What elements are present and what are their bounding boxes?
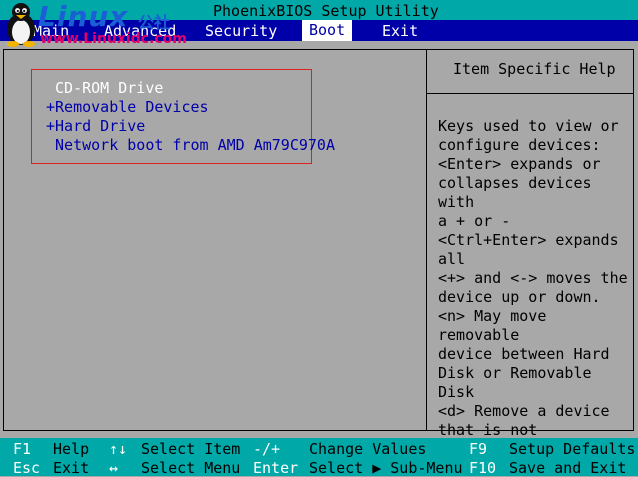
key-updown-desc: Select Item [141,440,241,458]
app-title: PhoenixBIOS Setup Utility [213,2,439,20]
key-leftright-desc: Select Menu [141,459,241,477]
key-minus-plus-desc: Change Values [309,440,427,458]
key-f10-desc: Save and Exit [509,459,627,477]
boot-item-network[interactable]: Network boot from AMD Am79C970A [46,136,335,154]
watermark-brand: Linux [38,0,129,33]
menu-security[interactable]: Security [205,22,277,40]
key-f1: F1 [13,440,32,458]
key-legend: F1 Help ↑↓ Select Item -/+ Change Values… [0,438,638,477]
key-updown: ↑↓ [109,440,128,458]
panel-divider [426,49,427,431]
boot-item-cdrom[interactable]: CD-ROM Drive [46,79,163,97]
help-divider [426,93,634,94]
boot-item-removable[interactable]: +Removable Devices [46,98,209,116]
key-f1-desc: Help [53,440,90,458]
key-minus-plus: -/+ [253,440,281,458]
key-enter: Enter [253,459,299,477]
key-enter-desc: Select ▶ Sub-Menu [309,459,463,477]
key-esc: Esc [13,459,41,477]
key-f10: F10 [469,459,497,477]
key-f9-desc: Setup Defaults [509,440,636,458]
watermark-url: www.Linuxidc.com [40,31,187,47]
watermark-brand-cn: 公社 [138,13,171,32]
help-title: Item Specific Help [453,60,616,78]
watermark-logo: Linux 公社 www.Linuxidc.com [0,0,187,48]
menu-boot[interactable]: Boot [302,20,353,41]
penguin-icon [7,3,35,47]
key-leftright: ↔ [109,459,119,477]
help-text: Keys used to view or configure devices: … [438,117,628,458]
key-esc-desc: Exit [53,459,90,477]
menu-exit[interactable]: Exit [382,22,418,40]
boot-item-hard-drive[interactable]: +Hard Drive [46,117,145,135]
key-f9: F9 [469,440,488,458]
